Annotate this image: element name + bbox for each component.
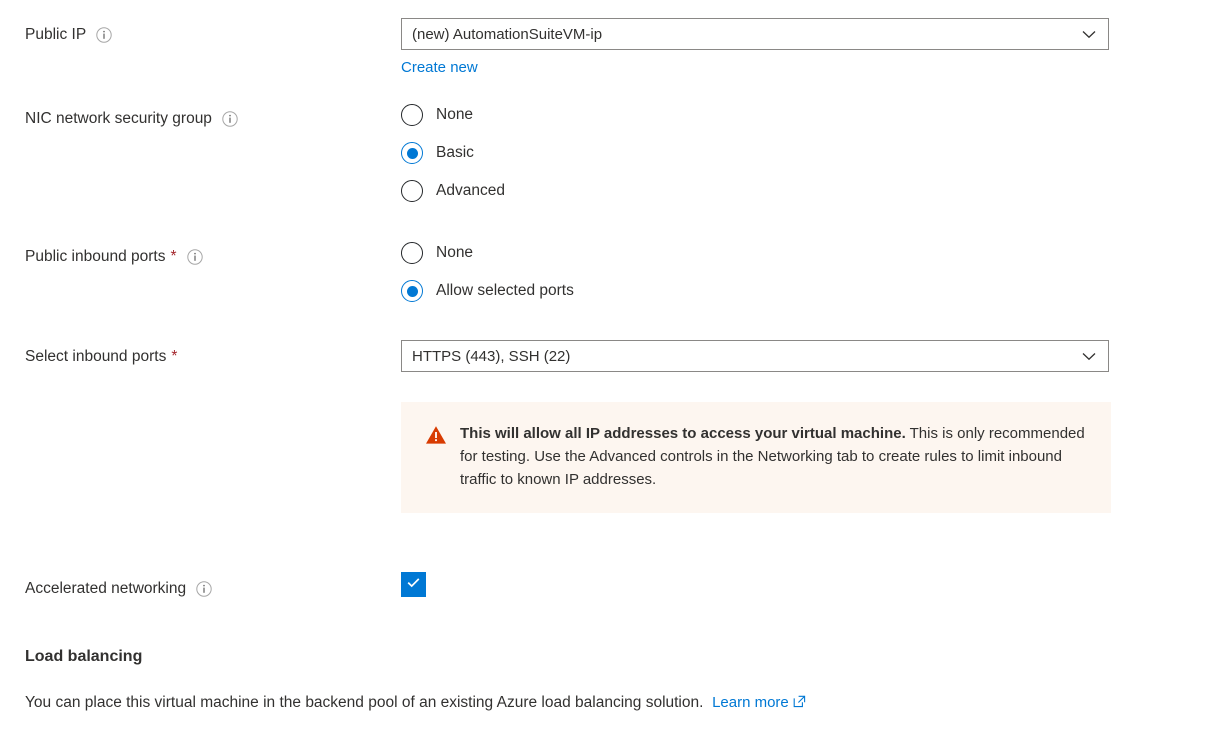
radio-label: Basic <box>436 144 474 161</box>
warning-strong-text: This will allow all IP addresses to acce… <box>460 425 906 442</box>
radio-mark <box>401 280 423 302</box>
public-ip-dropdown-value: (new) AutomationSuiteVM-ip <box>412 25 603 43</box>
chevron-down-icon <box>1078 345 1100 367</box>
accelerated-networking-checkbox[interactable] <box>401 572 426 597</box>
public-inbound-ports-radio-allow-selected[interactable]: Allow selected ports <box>401 272 574 310</box>
load-balancing-description: You can place this virtual machine in th… <box>25 694 704 711</box>
load-balancing-description-row: You can place this virtual machine in th… <box>25 694 806 712</box>
create-new-public-ip-link[interactable]: Create new <box>401 59 478 76</box>
info-icon[interactable] <box>196 581 212 597</box>
radio-label: Advanced <box>436 182 505 199</box>
info-icon[interactable] <box>96 27 112 43</box>
required-indicator: * <box>170 248 177 265</box>
checkmark-icon <box>405 574 422 596</box>
warning-triangle-icon <box>425 425 447 445</box>
radio-mark <box>401 180 423 202</box>
external-link-icon <box>793 695 806 708</box>
public-ip-label-group: Public IP <box>25 25 112 45</box>
required-indicator: * <box>171 348 178 365</box>
chevron-down-icon <box>1078 23 1100 45</box>
public-ip-label: Public IP <box>25 26 87 43</box>
radio-label: None <box>436 244 474 261</box>
warning-container: This will allow all IP addresses to acce… <box>401 402 1111 513</box>
select-inbound-ports-control-group: HTTPS (443), SSH (22) <box>401 340 1109 372</box>
select-inbound-ports-label: Select inbound ports <box>25 348 167 365</box>
radio-label: Allow selected ports <box>436 282 574 299</box>
public-ip-control-group: (new) AutomationSuiteVM-ip Create new <box>401 18 1109 77</box>
public-ip-dropdown[interactable]: (new) AutomationSuiteVM-ip <box>401 18 1109 50</box>
public-inbound-ports-radio-group: None Allow selected ports <box>401 234 574 310</box>
radio-label: None <box>436 106 474 123</box>
radio-mark <box>401 142 423 164</box>
accelerated-networking-label-group: Accelerated networking <box>25 579 212 599</box>
public-inbound-ports-radio-none[interactable]: None <box>401 234 574 272</box>
warning-banner: This will allow all IP addresses to acce… <box>401 402 1111 513</box>
info-icon[interactable] <box>222 111 238 127</box>
info-icon[interactable] <box>186 249 203 265</box>
accelerated-networking-control-group <box>401 572 426 597</box>
nic-nsg-radio-advanced[interactable]: Advanced <box>401 172 505 210</box>
nic-nsg-radio-group: None Basic Advanced <box>401 96 505 210</box>
public-inbound-ports-label-group: Public inbound ports * <box>25 247 203 267</box>
select-inbound-ports-dropdown[interactable]: HTTPS (443), SSH (22) <box>401 340 1109 372</box>
accelerated-networking-label: Accelerated networking <box>25 580 187 597</box>
nic-nsg-radio-basic[interactable]: Basic <box>401 134 505 172</box>
radio-mark <box>401 104 423 126</box>
select-inbound-ports-label-group: Select inbound ports * <box>25 347 177 367</box>
public-inbound-ports-label: Public inbound ports <box>25 248 166 265</box>
load-balancing-heading: Load balancing <box>25 648 143 665</box>
nic-nsg-radio-none[interactable]: None <box>401 96 505 134</box>
warning-text: This will allow all IP addresses to acce… <box>460 422 1091 491</box>
nic-nsg-label: NIC network security group <box>25 110 212 127</box>
load-balancing-learn-more-link[interactable]: Learn more <box>712 694 789 711</box>
select-inbound-ports-dropdown-value: HTTPS (443), SSH (22) <box>412 347 571 365</box>
nic-nsg-label-group: NIC network security group <box>25 109 238 129</box>
radio-mark <box>401 242 423 264</box>
